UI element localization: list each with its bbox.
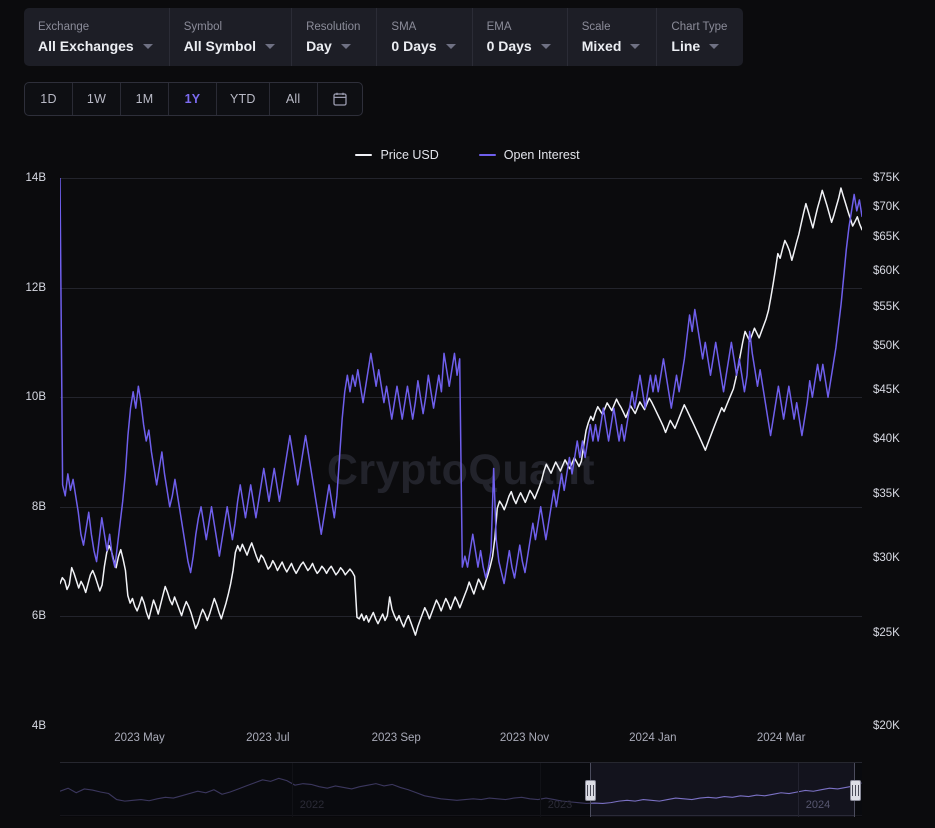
plot-region[interactable]: CryptoQuant <box>60 178 862 726</box>
y-tick-right-60K: $60K <box>873 264 900 277</box>
chevron-down-icon[interactable] <box>340 43 351 49</box>
range-option-1m[interactable]: 1M <box>121 83 169 115</box>
dropdown-scale[interactable]: Scale Mixed <box>568 8 658 66</box>
dropdown-value-symbol: All Symbol <box>183 38 257 54</box>
y-tick-right-45K: $45K <box>873 383 900 396</box>
dropdown-value-chart-type: Line <box>671 38 701 54</box>
dropdown-symbol[interactable]: Symbol All Symbol <box>170 8 293 66</box>
legend-item-open-interest[interactable]: Open Interest <box>478 148 580 162</box>
navigator-selection-window[interactable] <box>590 763 855 817</box>
x-tick-2024-mar: 2024 Mar <box>756 732 806 744</box>
range-navigator[interactable]: 202220232024 <box>60 762 862 817</box>
y-tick-left-6B: 6B <box>31 610 46 623</box>
dropdown-value-sma: 0 Days <box>391 38 437 54</box>
dropdown-label-symbol: Symbol <box>183 21 223 33</box>
range-end-handle[interactable] <box>850 780 861 801</box>
chevron-down-icon[interactable] <box>540 43 551 49</box>
y-tick-right-20K: $20K <box>873 720 900 732</box>
range-option-ytd[interactable]: YTD <box>217 83 270 115</box>
y-tick-right-65K: $65K <box>873 231 900 244</box>
dropdown-value-scale: Mixed <box>581 38 622 54</box>
y-tick-left-12B: 12B <box>25 281 46 294</box>
range-start-handle[interactable] <box>585 780 596 801</box>
series-line-open-interest <box>60 178 862 584</box>
legend-swatch-price-usd <box>355 154 373 156</box>
x-axis: 2023 May 2023 Jul 2023 Sep 2023 Nov 2024 Jan… <box>60 726 862 752</box>
legend-swatch-open-interest <box>478 154 496 156</box>
x-tick-2023-nov: 2023 Nov <box>499 732 550 744</box>
time-range-selector: 1D 1W 1M 1Y YTD All <box>24 82 363 116</box>
dropdown-label-scale: Scale <box>581 21 611 33</box>
chevron-down-icon[interactable] <box>445 43 456 49</box>
cryptoquant-chart-page: Exchange All Exchanges Symbol All Symbol Res… <box>0 0 935 828</box>
chevron-down-icon[interactable] <box>709 43 720 49</box>
chevron-down-icon[interactable] <box>265 43 276 49</box>
chart-settings-toolbar: Exchange All Exchanges Symbol All Symbol Res… <box>24 8 744 66</box>
dropdown-label-exchange: Exchange <box>38 21 90 33</box>
dropdown-resolution[interactable]: Resolution Day <box>292 8 378 66</box>
chart-legend: Price USD Open Interest <box>0 148 935 162</box>
legend-label-price-usd: Price USD <box>380 148 439 162</box>
y-tick-right-25K: $25K <box>873 627 900 640</box>
dropdown-chart-type[interactable]: Chart Type Line <box>657 8 743 66</box>
dropdown-label-chart-type: Chart Type <box>671 21 728 33</box>
custom-date-range-button[interactable] <box>318 83 362 115</box>
series-canvas <box>60 178 862 726</box>
dropdown-value-ema: 0 Days <box>486 38 532 54</box>
y-tick-right-55K: $55K <box>873 300 900 313</box>
chevron-down-icon[interactable] <box>630 43 641 49</box>
chart-area: 4B 6B 8B 10B 12B 14B $20K $25K $30K $35K $40K $45K… <box>0 172 935 732</box>
y-tick-left-8B: 8B <box>31 500 46 513</box>
dropdown-label-resolution: Resolution <box>306 21 361 33</box>
y-tick-right-40K: $40K <box>873 432 900 445</box>
navigator-mask-left <box>60 763 590 817</box>
legend-label-open-interest: Open Interest <box>503 148 580 162</box>
dropdown-sma[interactable]: SMA 0 Days <box>377 8 473 66</box>
chevron-down-icon[interactable] <box>142 43 153 49</box>
y-axis-left-open-interest: 4B 6B 8B 10B 12B 14B <box>0 172 56 732</box>
dropdown-ema[interactable]: EMA 0 Days <box>473 8 568 66</box>
range-option-1d[interactable]: 1D <box>25 83 73 115</box>
range-option-all[interactable]: All <box>270 83 318 115</box>
y-tick-right-35K: $35K <box>873 487 900 500</box>
x-tick-2023-may: 2023 May <box>114 732 165 744</box>
dropdown-value-resolution: Day <box>306 38 332 54</box>
x-tick-2023-sep: 2023 Sep <box>371 732 421 744</box>
y-axis-right-price: $20K $25K $30K $35K $40K $45K $50K $55K $60K $65K… <box>866 172 935 732</box>
x-tick-2024-jan: 2024 Jan <box>629 732 677 744</box>
y-tick-right-30K: $30K <box>873 551 900 564</box>
y-tick-left-14B: 14B <box>25 172 46 184</box>
calendar-icon <box>332 92 347 106</box>
y-tick-right-50K: $50K <box>873 340 900 353</box>
range-option-1y[interactable]: 1Y <box>169 83 217 115</box>
y-tick-left-10B: 10B <box>25 391 46 404</box>
dropdown-exchange[interactable]: Exchange All Exchanges <box>24 8 170 66</box>
y-tick-right-75K: $75K <box>873 172 900 184</box>
dropdown-value-exchange: All Exchanges <box>38 38 134 54</box>
dropdown-label-sma: SMA <box>391 21 417 33</box>
dropdown-label-ema: EMA <box>486 21 512 33</box>
legend-item-price-usd[interactable]: Price USD <box>355 148 439 162</box>
y-tick-left-4B: 4B <box>31 720 46 732</box>
x-tick-2023-jul: 2023 Jul <box>246 732 290 744</box>
y-tick-right-70K: $70K <box>873 200 900 213</box>
range-option-1w[interactable]: 1W <box>73 83 121 115</box>
